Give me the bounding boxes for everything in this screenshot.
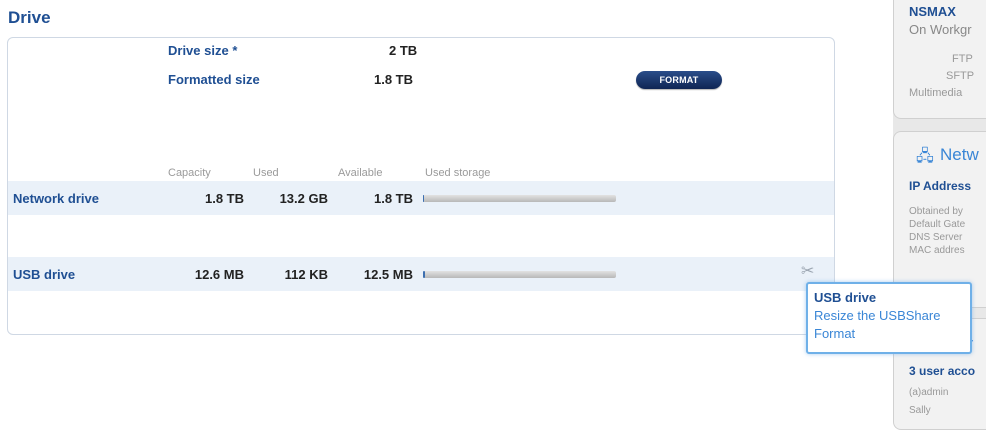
default-gateway: Default Gate xyxy=(909,219,966,230)
tools-icon[interactable]: ✂ xyxy=(801,261,814,281)
drive-used: 112 KB xyxy=(284,267,328,282)
device-workgroup: On Workgr xyxy=(909,22,972,37)
formatted-size-label: Formatted size xyxy=(168,72,260,87)
drive-size-label: Drive size * xyxy=(168,43,238,58)
drive-row-usb[interactable]: USB drive 12.6 MB 112 KB 12.5 MB ✂ xyxy=(8,257,834,291)
used-storage-bar xyxy=(423,195,616,202)
section-title: Drive xyxy=(8,8,51,27)
service-multimedia: Multimedia xyxy=(909,87,963,99)
drive-capacity: 1.8 TB xyxy=(204,191,244,206)
column-header-used-storage: Used storage xyxy=(425,167,491,179)
drive-size-value: 2 TB xyxy=(389,43,418,58)
obtained-by: Obtained by xyxy=(909,206,963,217)
format-button[interactable]: FORMAT xyxy=(636,71,722,89)
service-sftp: SFTP xyxy=(946,70,975,82)
ip-address-label: IP Address xyxy=(909,179,972,193)
drive-capacity: 12.6 MB xyxy=(194,267,244,282)
column-header-available: Available xyxy=(338,167,383,179)
dns-server: DNS Server xyxy=(909,232,963,243)
network-icon: 🖧 xyxy=(916,148,934,165)
user-sally[interactable]: Sally xyxy=(909,405,931,416)
popup-title: USB drive xyxy=(814,290,877,305)
usb-drive-popup-menu: USB drive Resize the USBShare Format xyxy=(806,282,972,354)
column-header-used: Used xyxy=(253,167,279,179)
format-link[interactable]: Format xyxy=(814,326,964,341)
drive-used: 13.2 GB xyxy=(279,191,328,206)
service-ftp: FTP xyxy=(952,53,973,65)
drive-available: 1.8 TB xyxy=(373,191,413,206)
used-storage-fill xyxy=(423,195,425,202)
user-admin[interactable]: (a)admin xyxy=(909,387,948,398)
device-name: NSMAX xyxy=(909,4,956,19)
drive-name: Network drive xyxy=(13,191,99,206)
network-title: Netw xyxy=(940,145,979,164)
used-storage-bar xyxy=(423,271,616,278)
resize-usbshare-link[interactable]: Resize the USBShare xyxy=(814,308,964,323)
drive-available: 12.5 MB xyxy=(363,267,413,282)
column-header-capacity: Capacity xyxy=(168,167,211,179)
used-storage-fill xyxy=(423,271,425,278)
device-card: NSMAX On Workgr FTP SFTP Multimedia xyxy=(893,0,986,119)
drive-panel: Drive size * 2 TB Formatted size 1.8 TB … xyxy=(7,37,835,335)
formatted-size-value: 1.8 TB xyxy=(374,72,414,87)
user-accounts-label: 3 user acco xyxy=(909,364,976,378)
drive-name: USB drive xyxy=(13,267,76,282)
mac-address: MAC addres xyxy=(909,245,965,256)
drive-row-network[interactable]: Network drive 1.8 TB 13.2 GB 1.8 TB xyxy=(8,181,834,215)
